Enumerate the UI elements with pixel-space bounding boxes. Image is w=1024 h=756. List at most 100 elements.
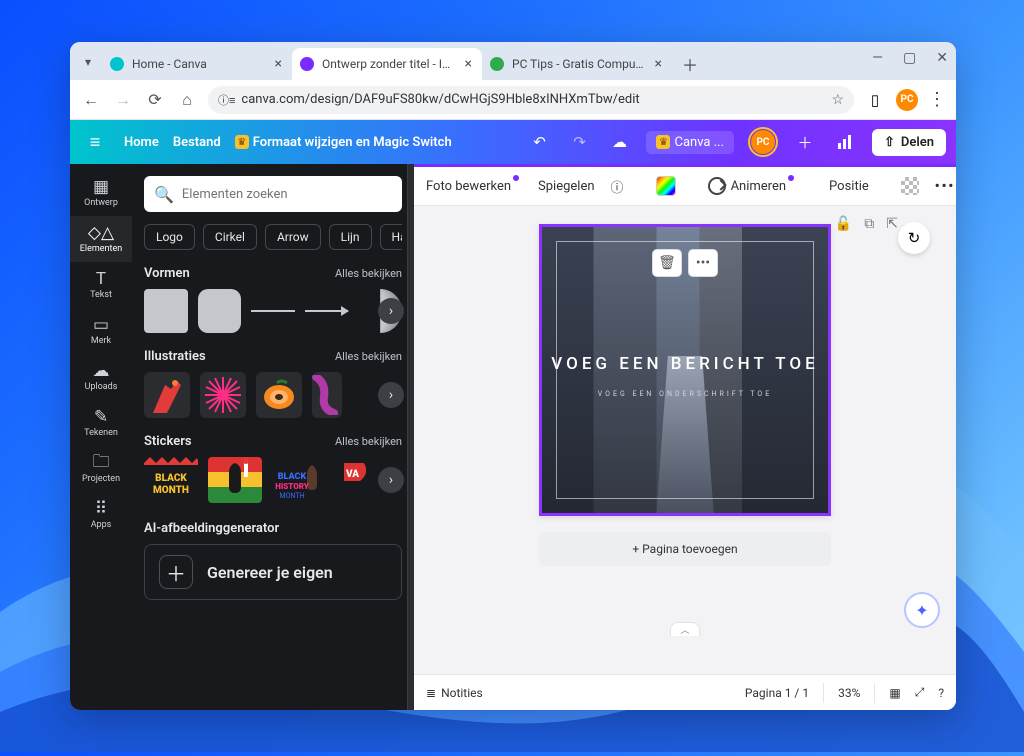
resize-magic-switch[interactable]: ♛Formaat wijzigen en Magic Switch — [235, 135, 452, 150]
info-icon[interactable]: ⓘ — [611, 177, 624, 196]
try-pro-button[interactable]: ♛Canva ... — [646, 131, 734, 154]
tab-search-dropdown[interactable]: ▾ — [78, 52, 98, 72]
transparency-button[interactable] — [901, 177, 919, 195]
close-tab-icon[interactable]: × — [463, 56, 474, 72]
tab-home-canva[interactable]: Home - Canva × — [102, 48, 292, 80]
sticker-fist[interactable] — [208, 457, 262, 503]
rail-brand[interactable]: ▭Merk — [70, 308, 132, 354]
file-menu[interactable]: Bestand — [173, 135, 221, 150]
chip-lijn[interactable]: Lijn — [329, 224, 372, 250]
account-avatar[interactable]: PC — [748, 127, 778, 157]
undo-button[interactable]: ↶ — [526, 129, 552, 155]
tab-strip: ▾ Home - Canva × Ontwerp zonder titel - … — [70, 42, 956, 80]
address-bar[interactable]: ⓘ≡ canva.com/design/DAF9uFS80kw/dCwHGjS9… — [208, 86, 854, 114]
mirror-button[interactable]: Spiegelen — [538, 179, 595, 194]
lock-icon[interactable]: 🔓 — [835, 216, 852, 232]
minimize-icon[interactable]: — — [872, 50, 883, 66]
cloud-sync-icon[interactable]: ☁ — [606, 129, 632, 155]
animate-button[interactable]: Animeren — [708, 177, 797, 195]
page-counter[interactable]: Pagina 1 / 1 — [745, 686, 809, 700]
notes-icon: ≣ — [426, 686, 436, 700]
tab-design[interactable]: Ontwerp zonder titel - Instagra × — [292, 48, 482, 80]
page-list-handle[interactable]: ︿ — [670, 622, 700, 636]
shape-line[interactable] — [251, 310, 295, 312]
notes-button[interactable]: ≣Notities — [426, 686, 483, 700]
magic-assist-button[interactable]: ✦ — [904, 592, 940, 628]
analytics-icon[interactable] — [832, 129, 858, 155]
zoom-level[interactable]: 33% — [838, 686, 860, 700]
add-member-button[interactable]: ＋ — [792, 129, 818, 155]
maximize-icon[interactable]: ▢ — [903, 50, 916, 66]
elements-search[interactable]: 🔍 — [144, 176, 402, 212]
close-icon[interactable]: ✕ — [936, 50, 948, 66]
close-tab-icon[interactable]: × — [273, 56, 284, 72]
chip-logo[interactable]: Logo — [144, 224, 195, 250]
view-all-shapes[interactable]: Alles bekijken — [335, 267, 402, 280]
canvas-stage[interactable]: 🔓 ⧉ ⇱ ↻ 🗑 ••• VOEG EEN BERICHT TOE VOEG … — [414, 206, 956, 674]
reader-mode-icon[interactable]: ▯ — [864, 89, 886, 111]
rail-projects[interactable]: 🗀Projecten — [70, 446, 132, 492]
close-tab-icon[interactable]: × — [653, 56, 664, 72]
help-icon[interactable]: ? — [938, 686, 944, 700]
shape-square[interactable] — [144, 289, 188, 333]
illustration-hand-sign[interactable] — [144, 372, 190, 418]
color-swatch[interactable] — [656, 176, 676, 196]
rail-text[interactable]: TTekst — [70, 262, 132, 308]
more-stickers-icon[interactable]: › — [378, 467, 404, 493]
window-controls: — ▢ ✕ — [872, 50, 948, 66]
search-input[interactable] — [182, 187, 392, 202]
view-all-illustrations[interactable]: Alles bekijken — [335, 350, 402, 363]
edit-photo-button[interactable]: Foto bewerken — [426, 179, 522, 194]
rail-uploads[interactable]: ☁Uploads — [70, 354, 132, 400]
chip-more[interactable]: Ha — [380, 224, 402, 250]
rail-design[interactable]: ▦Ontwerp — [70, 170, 132, 216]
illustration-leg[interactable] — [312, 372, 342, 418]
plus-icon: ＋ — [159, 555, 193, 589]
chrome-menu-icon[interactable]: ⋮ — [928, 89, 946, 110]
position-button[interactable]: Positie — [829, 179, 869, 194]
export-page-icon[interactable]: ⇱ — [886, 216, 898, 232]
chip-arrow[interactable]: Arrow — [265, 224, 321, 250]
tab-pctips[interactable]: PC Tips - Gratis Computer Tips. × — [482, 48, 672, 80]
delete-icon[interactable]: 🗑 — [652, 249, 682, 277]
rail-draw[interactable]: ✎Tekenen — [70, 400, 132, 446]
headline-text[interactable]: VOEG EEN BERICHT TOE — [542, 354, 828, 374]
page-tools: 🔓 ⧉ ⇱ — [835, 216, 898, 232]
redo-button[interactable]: ↷ — [566, 129, 592, 155]
sticker-bhm-2[interactable]: BLACKHISTORYMONTH — [272, 457, 326, 503]
design-page[interactable]: 🗑 ••• VOEG EEN BERICHT TOE VOEG EEN ONDE… — [539, 224, 831, 516]
home-button[interactable]: ⌂ — [176, 89, 198, 111]
new-tab-button[interactable]: ＋ — [676, 50, 704, 78]
fullscreen-icon[interactable]: ⤢ — [915, 685, 925, 700]
shape-rounded-square[interactable] — [198, 289, 242, 333]
grid-view-icon[interactable]: ▦ — [889, 686, 900, 700]
more-options-icon[interactable]: ••• — [935, 179, 955, 194]
profile-avatar[interactable]: PC — [896, 89, 918, 111]
bookmark-icon[interactable]: ☆ — [831, 92, 844, 108]
duplicate-page-icon[interactable]: ⧉ — [864, 216, 874, 232]
site-info-icon[interactable]: ⓘ≡ — [218, 92, 235, 108]
more-shapes-icon[interactable]: › — [378, 298, 404, 324]
chip-cirkel[interactable]: Cirkel — [203, 224, 257, 250]
forward-button[interactable]: → — [112, 89, 134, 111]
element-more-icon[interactable]: ••• — [688, 249, 718, 277]
sticker-val[interactable]: VA — [336, 457, 366, 503]
sticker-bhm-1[interactable]: BLACKMONTH — [144, 457, 198, 503]
subtitle-text[interactable]: VOEG EEN ONDERSCHRIFT TOE — [542, 390, 828, 398]
home-link[interactable]: Home — [124, 135, 159, 150]
generate-own-button[interactable]: ＋ Genereer je eigen — [144, 544, 402, 600]
rail-apps[interactable]: ⠿Apps — [70, 492, 132, 538]
back-button[interactable]: ← — [80, 89, 102, 111]
regenerate-icon[interactable]: ↻ — [898, 222, 930, 254]
reload-button[interactable]: ⟳ — [144, 89, 166, 111]
rail-elements[interactable]: ◇△Elementen — [70, 216, 132, 262]
shape-arrow[interactable] — [305, 310, 349, 312]
favicon — [300, 57, 314, 71]
menu-icon[interactable]: ≡ — [80, 127, 110, 157]
more-illustrations-icon[interactable]: › — [378, 382, 404, 408]
illustration-starburst[interactable] — [200, 372, 246, 418]
view-all-stickers[interactable]: Alles bekijken — [335, 435, 402, 448]
share-button[interactable]: ⇧ Delen — [872, 129, 946, 156]
add-page-button[interactable]: + Pagina toevoegen — [539, 532, 831, 566]
illustration-papaya[interactable] — [256, 372, 302, 418]
